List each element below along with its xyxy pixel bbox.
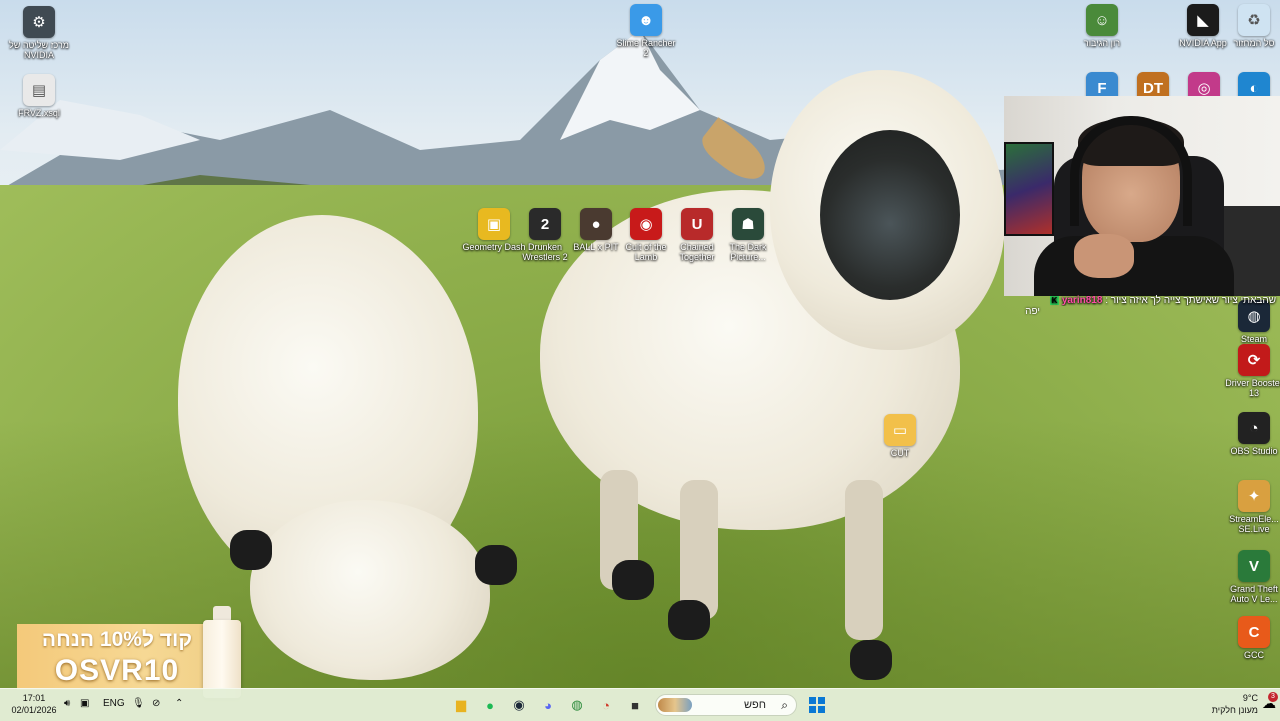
shortcut-label: CUT (890, 448, 910, 458)
desktop-shortcut[interactable]: ⚙ מרכז שליטה של NVIDIA (7, 6, 71, 60)
spotify-icon: ● (486, 697, 494, 713)
file-explorer-icon: ▆ (456, 697, 466, 712)
file-icon: ▤ (23, 74, 55, 106)
search-placeholder: חפש (744, 699, 766, 711)
webcam-overlay (1004, 96, 1280, 296)
notifications-off-icon[interactable]: ⊘ (152, 698, 160, 709)
search-icon: ⌕ (781, 698, 788, 712)
clock-time: 17:01 (22, 693, 46, 703)
taskbar-app-spotify[interactable]: ● (479, 694, 501, 716)
wall-poster (1004, 142, 1054, 236)
folder-icon: ▭ (884, 414, 916, 446)
taskbar: 17:01 02/01/2026 🔊︎ ▣ ENG 🎙︎ ⊘ ⌃ ▆ ● ◉ ◕ ◍ ◔ ■… (0, 688, 1280, 721)
desktop-shortcut[interactable]: ⟳ Driver Booster 13 (1222, 344, 1280, 398)
driver-booster-icon: ⟳ (1238, 344, 1270, 376)
shortcut-label: Steam (1240, 334, 1267, 344)
search-highlight-image (658, 698, 692, 712)
clock-date: 02/01/2026 (11, 705, 57, 715)
promo-banner: קוד ל10% הנחה OSVR10 (17, 624, 229, 690)
drunken-wrestlers-icon: 2 (529, 208, 561, 240)
weather-temp: 9°C (1242, 693, 1258, 703)
shortcut-label: Grand Theft Auto V Le... (1230, 584, 1278, 604)
start-button[interactable] (806, 694, 828, 716)
headset (1070, 116, 1192, 226)
language-indicator[interactable]: ENG (103, 698, 125, 709)
desktop-shortcut[interactable]: C GCC (1222, 616, 1280, 660)
shortcut-label: FRVZ.xsql (18, 108, 60, 118)
volume-icon[interactable]: 🔊︎ (64, 698, 70, 709)
desktop-shortcut[interactable]: V Grand Theft Auto V Le... (1222, 550, 1280, 604)
hero-game-icon: ☺ (1086, 4, 1118, 36)
paint-icon: ◔ (602, 697, 610, 713)
chat-reply: יפה (1025, 306, 1040, 317)
gcc-icon: C (1238, 616, 1270, 648)
weather-desc: מעונן חלקית (1211, 705, 1258, 715)
promo-text: קוד ל10% הנחה (41, 628, 193, 651)
taskbar-app-steam[interactable]: ◉ (508, 694, 530, 716)
shortcut-label: OBS Studio (1230, 446, 1278, 456)
taskbar-app-discord[interactable]: ◕ (537, 694, 559, 716)
chat-username: yarin818 (1061, 295, 1103, 306)
sheep-face (820, 130, 960, 300)
shortcut-label: Slime Rancher 2 (616, 38, 676, 58)
network-icon[interactable]: ▣ (80, 698, 89, 709)
nvidia-settings-icon: ⚙ (23, 6, 55, 38)
shortcut-label: The Dark Picture... (729, 242, 767, 262)
notification-badge: 3 (1268, 692, 1278, 702)
taskbar-clock[interactable]: 17:01 02/01/2026 (8, 692, 60, 716)
chat-message: שהבאתי ציור שאישתך צייה לך איזה ציור : (1105, 295, 1276, 306)
cult-of-the-lamb-icon: ◉ (630, 208, 662, 240)
discord-icon: ◕ (544, 697, 552, 713)
terminal-icon: ■ (631, 697, 639, 713)
shortcut-label: רון הגיבור (1083, 38, 1121, 48)
desktop-shortcut[interactable]: ◔ OBS Studio (1222, 412, 1280, 456)
taskbar-app-file-explorer[interactable]: ▆ (450, 694, 472, 716)
dark-pictures-icon: ☗ (732, 208, 764, 240)
nvidia-app-icon: ◣ (1187, 4, 1219, 36)
chained-together-icon: U (681, 208, 713, 240)
desktop-shortcut[interactable]: ☻ Slime Rancher 2 (614, 4, 678, 58)
recycle-bin-icon: ♻ (1238, 4, 1270, 36)
shortcut-label: Driver Booster 13 (1225, 378, 1280, 398)
gta-v-icon: V (1238, 550, 1270, 582)
desktop-shortcut[interactable]: ☺ רון הגיבור (1070, 4, 1134, 48)
desktop-shortcut[interactable]: ▤ FRVZ.xsql (7, 74, 71, 118)
desktop-shortcut[interactable]: ✦ StreamEle... SE.Live (1222, 480, 1280, 534)
weather-widget[interactable]: 9°C מעונן חלקית (1188, 692, 1258, 716)
desktop-shortcut[interactable]: ♻ סל המחזור (1222, 4, 1280, 48)
taskbar-app-terminal[interactable]: ■ (624, 694, 646, 716)
shortcut-label: GCC (1244, 650, 1264, 660)
slime-rancher-icon: ☻ (630, 4, 662, 36)
search-box[interactable]: חפש ⌕ (655, 694, 797, 716)
taskbar-app-chrome[interactable]: ◍ (566, 694, 588, 716)
shortcut-label: מרכז שליטה של NVIDIA (9, 40, 69, 60)
desktop-shortcut[interactable]: ☗ The Dark Picture... (716, 208, 780, 262)
promo-code: OSVR10 (54, 654, 180, 687)
shortcut-label: StreamEle... SE.Live (1229, 514, 1279, 534)
shortcut-label: סל המחזור (1233, 38, 1275, 48)
microphone-icon[interactable]: 🎙︎ (132, 698, 145, 709)
chat-overlay: שהבאתי ציור שאישתך צייה לך איזה ציור : y… (1004, 295, 1280, 327)
steam-icon: ◉ (513, 697, 525, 712)
ball-x-pit-icon: ● (580, 208, 612, 240)
kick-icon: K (1050, 296, 1060, 305)
chevron-up-icon[interactable]: ⌃ (175, 698, 183, 709)
taskbar-app-paint[interactable]: ◔ (595, 694, 617, 716)
chrome-icon: ◍ (571, 697, 583, 712)
perfume-bottle-image (201, 606, 243, 700)
obs-icon: ◔ (1238, 412, 1270, 444)
streamelements-icon: ✦ (1238, 480, 1270, 512)
desktop-shortcut[interactable]: ▭ CUT (868, 414, 932, 458)
geometry-dash-icon: ▣ (478, 208, 510, 240)
windows-logo-icon (809, 697, 825, 713)
